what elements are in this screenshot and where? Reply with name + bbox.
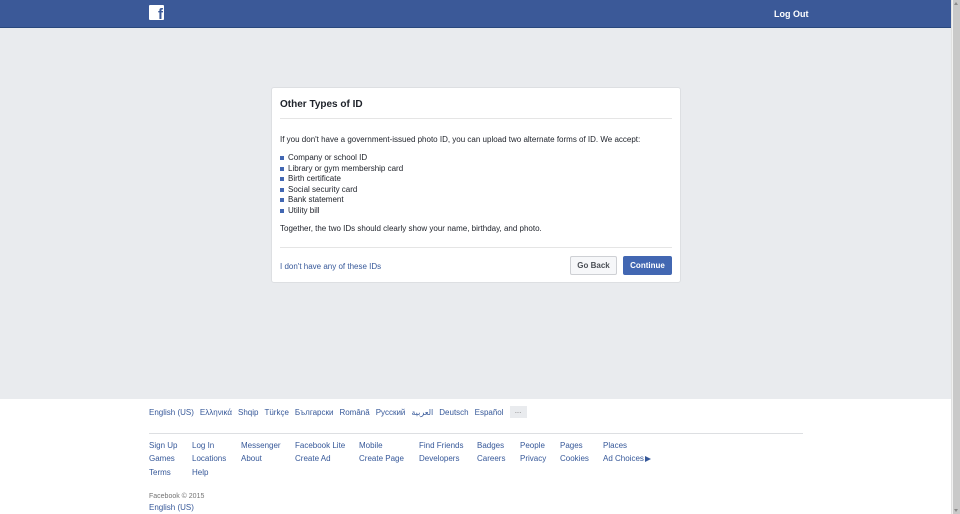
language-link[interactable]: Español — [475, 408, 504, 417]
list-item: Birth certificate — [280, 174, 403, 185]
list-item: Company or school ID — [280, 153, 403, 164]
no-ids-link[interactable]: I don't have any of these IDs — [280, 262, 381, 271]
language-link[interactable]: Русский — [376, 408, 406, 417]
language-link[interactable]: Deutsch — [439, 408, 468, 417]
footer-link-people[interactable]: People — [520, 441, 545, 450]
page: f Log Out Other Types of ID If you don't… — [0, 0, 951, 514]
list-item: Bank statement — [280, 195, 403, 206]
top-navigation-bar: f Log Out — [0, 0, 951, 28]
footer-link-privacy[interactable]: Privacy — [520, 454, 546, 463]
footer-link-messenger[interactable]: Messenger — [241, 441, 281, 450]
ad-choices-icon — [644, 455, 651, 462]
language-link[interactable]: Română — [339, 408, 369, 417]
footer-link-developers[interactable]: Developers — [419, 454, 459, 463]
footer-link-games[interactable]: Games — [149, 454, 175, 463]
language-selector-row: English (US) Ελληνικά Shqip Türkçe Български… — [149, 406, 527, 419]
dialog-footer-divider — [280, 247, 672, 248]
footer-link-careers[interactable]: Careers — [477, 454, 505, 463]
logo-letter: f — [158, 6, 163, 20]
language-link[interactable]: Български — [295, 408, 334, 417]
footer-link-pages[interactable]: Pages — [560, 441, 583, 450]
other-id-types-dialog: Other Types of ID If you don't have a go… — [271, 87, 681, 283]
footer-link-badges[interactable]: Badges — [477, 441, 504, 450]
page-footer: English (US) Ελληνικά Shqip Türkçe Български… — [0, 399, 951, 514]
accepted-id-list: Company or school ID Library or gym memb… — [280, 153, 403, 217]
language-link[interactable]: English (US) — [149, 408, 194, 417]
footer-link-about[interactable]: About — [241, 454, 262, 463]
scroll-down-arrow-icon[interactable] — [954, 509, 958, 512]
facebook-logo-icon[interactable]: f — [149, 5, 164, 20]
footer-link-create-page[interactable]: Create Page — [359, 454, 404, 463]
footer-link-cookies[interactable]: Cookies — [560, 454, 589, 463]
footer-link-grid: Sign Up Games Terms Log In Locations Hel… — [149, 441, 809, 486]
list-item: Library or gym membership card — [280, 164, 403, 175]
dialog-header-divider — [280, 118, 672, 119]
footer-link-terms[interactable]: Terms — [149, 468, 171, 477]
language-link[interactable]: Ελληνικά — [200, 408, 232, 417]
dialog-title: Other Types of ID — [280, 99, 363, 110]
footer-divider — [149, 433, 803, 434]
footer-link-facebook-lite[interactable]: Facebook Lite — [295, 441, 345, 450]
go-back-button[interactable]: Go Back — [570, 256, 617, 275]
list-item: Utility bill — [280, 206, 403, 217]
current-language-link[interactable]: English (US) — [149, 503, 194, 512]
footer-link-help[interactable]: Help — [192, 468, 208, 477]
more-languages-button[interactable]: ... — [509, 406, 527, 418]
continue-button[interactable]: Continue — [623, 256, 672, 275]
footer-link-locations[interactable]: Locations — [192, 454, 226, 463]
dialog-intro-text: If you don't have a government-issued ph… — [280, 135, 641, 144]
dialog-requirement-text: Together, the two IDs should clearly sho… — [280, 224, 542, 233]
ad-choices-label: Ad Choices — [603, 454, 644, 463]
footer-link-mobile[interactable]: Mobile — [359, 441, 383, 450]
scrollbar-thumb[interactable] — [953, 0, 960, 514]
footer-link-sign-up[interactable]: Sign Up — [149, 441, 177, 450]
footer-link-create-ad[interactable]: Create Ad — [295, 454, 331, 463]
language-link[interactable]: Türkçe — [264, 408, 288, 417]
list-item: Social security card — [280, 185, 403, 196]
vertical-scrollbar[interactable] — [951, 0, 960, 514]
footer-link-log-in[interactable]: Log In — [192, 441, 214, 450]
footer-link-ad-choices[interactable]: Ad Choices — [603, 454, 651, 463]
footer-link-places[interactable]: Places — [603, 441, 627, 450]
scroll-up-arrow-icon[interactable] — [954, 2, 958, 5]
footer-link-find-friends[interactable]: Find Friends — [419, 441, 463, 450]
language-link[interactable]: العربية — [411, 408, 433, 417]
log-out-link[interactable]: Log Out — [774, 9, 809, 19]
language-link[interactable]: Shqip — [238, 408, 258, 417]
copyright-text: Facebook © 2015 — [149, 493, 205, 500]
